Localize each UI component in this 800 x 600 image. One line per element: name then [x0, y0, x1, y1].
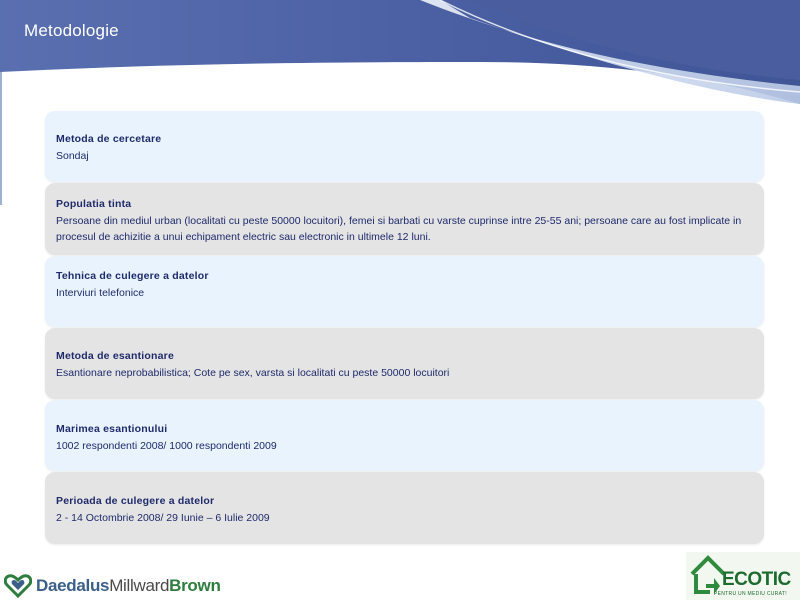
row-text: Interviuri telefonice	[56, 287, 145, 299]
row-target-population: Populatia tinta Persoane din mediul urba…	[45, 183, 764, 255]
wordmark-part: Millward	[109, 576, 170, 595]
row-title: Marimea esantionului	[56, 423, 168, 435]
daedalus-millward-brown-logo: DaedalusMillwardBrown	[4, 574, 221, 598]
ecotic-wordmark: ECOTIC	[722, 569, 791, 590]
row-title: Populatia tinta	[56, 198, 132, 210]
row-text: Sondaj	[56, 150, 89, 162]
row-title: Metoda de cercetare	[56, 133, 162, 145]
row-text: 2 - 14 Octombrie 2008/ 29 Iunie – 6 Iuli…	[56, 512, 270, 524]
row-collection-period: Perioada de culegere a datelor 2 - 14 Oc…	[45, 472, 764, 544]
slide-title: Metodologie	[24, 21, 119, 40]
dmb-wordmark: DaedalusMillwardBrown	[36, 576, 221, 596]
row-sample-size: Marimea esantionului 1002 respondenti 20…	[45, 400, 764, 471]
wordmark-part: Brown	[169, 576, 221, 595]
row-title: Metoda de esantionare	[56, 350, 174, 362]
wordmark-part: Daedalus	[36, 576, 110, 595]
row-title: Tehnica de culegere a datelor	[56, 270, 209, 282]
ecotic-tagline: PENTRU UN MEDIU CURAT!	[714, 591, 787, 597]
row-text: 1002 respondenti 2008/ 1000 respondenti …	[56, 440, 277, 452]
methodology-table: Metoda de cercetare Sondaj Populatia tin…	[45, 111, 764, 545]
row-data-collection-technique: Tehnica de culegere a datelor Interviuri…	[45, 256, 764, 327]
row-title: Perioada de culegere a datelor	[56, 495, 215, 507]
dmb-heart-icon	[4, 574, 32, 598]
ecotic-logo: ECOTIC PENTRU UN MEDIU CURAT!	[686, 552, 800, 600]
row-research-method: Metoda de cercetare Sondaj	[45, 111, 764, 182]
row-text: Persoane din mediul urban (localitati cu…	[56, 215, 742, 243]
row-sampling-method: Metoda de esantionare Esantionare neprob…	[45, 328, 764, 399]
row-text: Esantionare neprobabilistica; Cote pe se…	[56, 367, 450, 379]
